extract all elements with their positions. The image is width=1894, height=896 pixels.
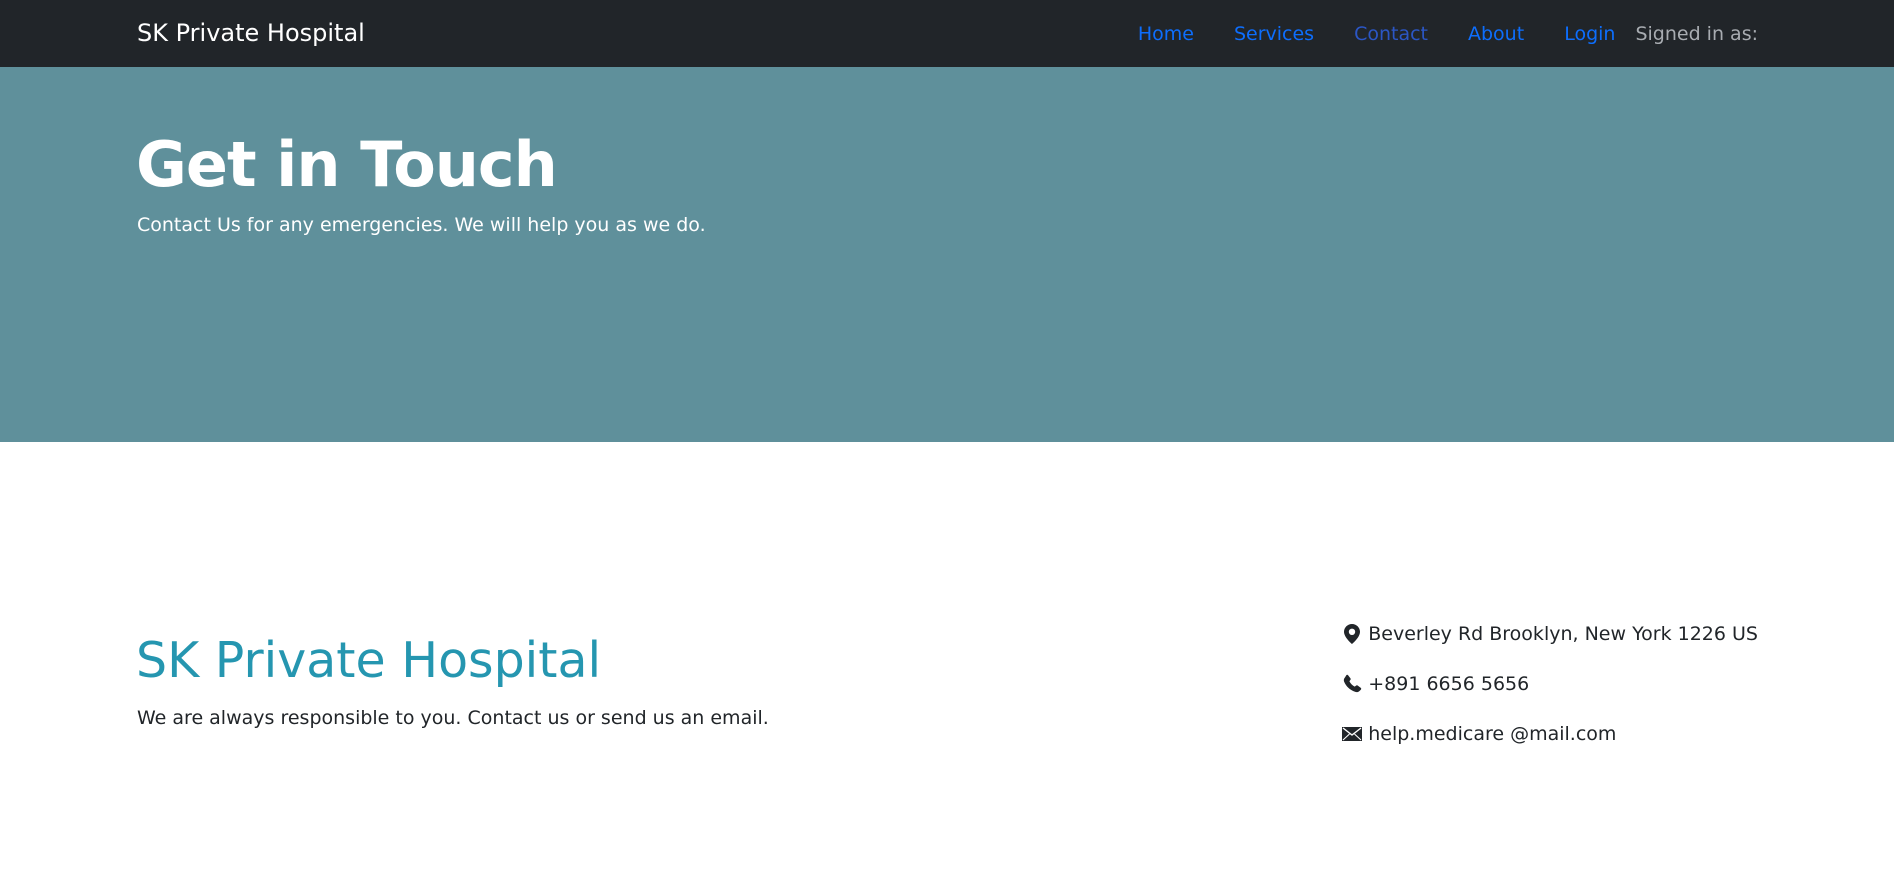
contact-info-list: Beverley Rd Brooklyn, New York 1226 US +…: [1342, 620, 1758, 770]
contact-title: SK Private Hospital: [136, 632, 602, 689]
navbar: SK Private Hospital Home Services Contac…: [0, 0, 1894, 67]
phone-item: +891 6656 5656: [1342, 670, 1758, 698]
address-item: Beverley Rd Brooklyn, New York 1226 US: [1342, 620, 1758, 648]
email-text: help.medicare @mail.com: [1368, 723, 1617, 745]
location-pin-icon: [1342, 624, 1362, 644]
contact-description: We are always responsible to you. Contac…: [137, 707, 769, 729]
nav-link-login[interactable]: Login: [1564, 21, 1615, 47]
phone-icon: [1342, 674, 1362, 694]
hero-banner: Get in Touch Contact Us for any emergenc…: [0, 67, 1894, 442]
email-item: help.medicare @mail.com: [1342, 720, 1758, 748]
hero-title: Get in Touch: [136, 128, 558, 201]
nav-link-home[interactable]: Home: [1138, 21, 1194, 47]
brand-link[interactable]: SK Private Hospital: [137, 18, 365, 48]
signed-in-text: Signed in as:: [1635, 23, 1758, 45]
nav-link-about[interactable]: About: [1468, 21, 1524, 47]
envelope-icon: [1342, 724, 1363, 744]
address-text: Beverley Rd Brooklyn, New York 1226 US: [1368, 623, 1758, 645]
nav-link-contact[interactable]: Contact: [1354, 21, 1428, 47]
phone-text: +891 6656 5656: [1368, 673, 1530, 695]
nav-link-services[interactable]: Services: [1234, 21, 1314, 47]
nav-links: Home Services Contact About Login Signed…: [1138, 20, 1758, 48]
hero-subtitle: Contact Us for any emergencies. We will …: [137, 214, 706, 236]
